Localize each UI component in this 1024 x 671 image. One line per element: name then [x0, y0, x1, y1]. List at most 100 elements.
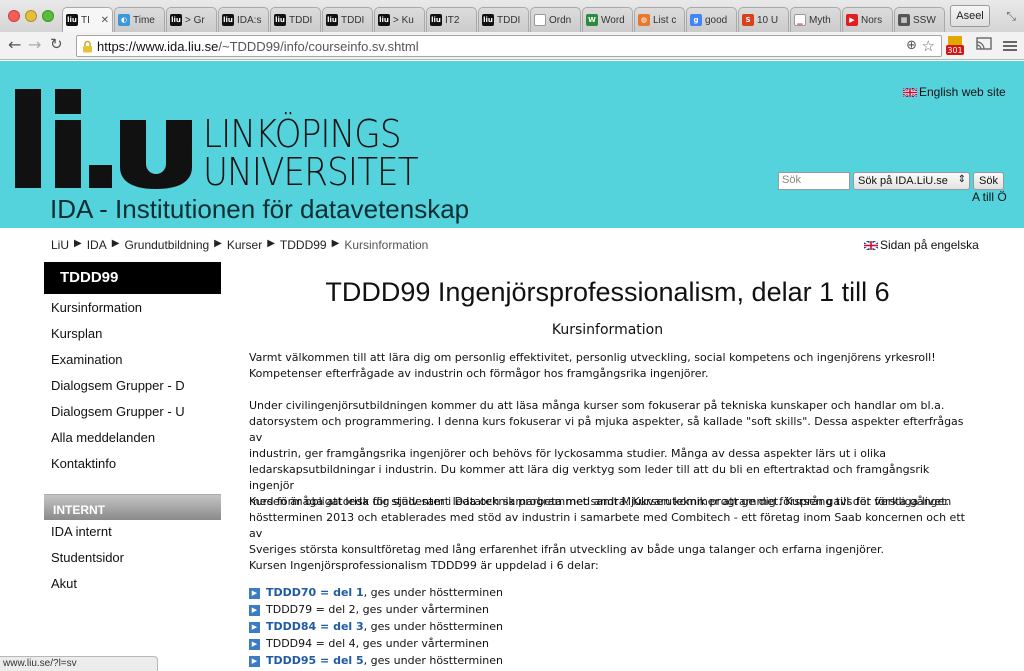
nav-item[interactable]: Kursinformation [51, 300, 142, 315]
department-title[interactable]: IDA - Institutionen för datavetenskap [50, 194, 469, 225]
tab-title: IDA:s [237, 14, 262, 26]
course-part-item: ▶ TDDD70 = del 1, ges under höstterminen [249, 586, 503, 600]
nav-item[interactable]: Dialogsem Grupper - D [51, 378, 185, 393]
liu-favicon-icon: liu [170, 14, 182, 26]
internal-nav-item[interactable]: Studentsidor [51, 550, 124, 565]
english-page-link[interactable]: Sidan på engelska [864, 238, 979, 252]
breadcrumb-arrow-icon: ▶ [74, 238, 82, 249]
site-search-input[interactable]: Sök [778, 172, 850, 190]
w-favicon-icon: W [586, 14, 598, 26]
bookmark-star-icon[interactable]: ☆ [922, 37, 935, 55]
course-part-link[interactable]: TDDD84 = del 3 [266, 620, 364, 634]
search-scope-select[interactable]: Sök på IDA.LiU.se ⇕ [853, 172, 970, 190]
browser-tab[interactable]: liu > Gr [166, 7, 217, 32]
browser-tab[interactable]: Ordn [530, 7, 581, 32]
browser-tab[interactable]: g good [686, 7, 737, 32]
search-scope-value: Sök på IDA.LiU.se [858, 175, 948, 187]
browser-tab[interactable]: liu TDDI [270, 7, 321, 32]
breadcrumb-item[interactable]: Kurser [227, 238, 262, 252]
menu-icon[interactable] [1003, 38, 1017, 52]
course-part-term: , ges under höstterminen [363, 654, 503, 667]
close-tab-icon[interactable]: ✕ [101, 15, 109, 26]
tab-title: Nors [861, 14, 883, 26]
breadcrumb-item[interactable]: IDA [87, 238, 107, 252]
zoom-window-button[interactable] [42, 10, 54, 22]
a-till-o-link[interactable]: A till Ö [972, 190, 1007, 204]
browser-tab[interactable]: liu IT2 [426, 7, 477, 32]
browser-tab[interactable]: ◐ Time [114, 7, 165, 32]
breadcrumb-arrow-icon: ▶ [214, 238, 222, 249]
liu-favicon-icon: liu [222, 14, 234, 26]
breadcrumb-item[interactable]: LiU [51, 238, 69, 252]
browser-tab[interactable]: liu TDDI [478, 7, 529, 32]
tab-title: Word [601, 14, 625, 26]
paragraph-line: Kursen är obligatorisk för studenter i D… [249, 495, 952, 508]
tab-title: > Ku [393, 14, 414, 26]
bullet-arrow-icon: ▶ [249, 621, 260, 633]
course-part-code: TDDD94 = del 4 [266, 637, 356, 650]
minimize-window-button[interactable] [25, 10, 37, 22]
course-part-code: TDDD79 = del 2 [266, 603, 356, 616]
course-part-item: ▶ TDDD84 = del 3, ges under höstterminen [249, 620, 503, 634]
close-window-button[interactable] [8, 10, 20, 22]
browser-tab[interactable]: ▦ SSW [894, 7, 945, 32]
paragraph-line: Kompetenser efterfrågade av industrin oc… [249, 367, 709, 380]
liu-favicon-icon: liu [430, 14, 442, 26]
course-part-link[interactable]: TDDD95 = del 5 [266, 654, 364, 668]
s-favicon-icon: S [742, 14, 754, 26]
browser-tab[interactable]: ▁ Myth [790, 7, 841, 32]
forward-icon[interactable]: → [28, 35, 41, 54]
paragraph-line: datorsystem och programmering. I denna k… [249, 415, 964, 444]
breadcrumb: LiU ▶ IDA ▶ Grundutbildning ▶ Kurser ▶ TDDD99 ▶ Ku… [51, 238, 428, 252]
extension-301-icon[interactable]: 301 [946, 36, 964, 56]
english-site-label: English web site [919, 85, 1006, 99]
address-bar[interactable]: https://www.ida.liu.se/~TDDD99/info/cour… [76, 35, 942, 57]
breadcrumb-item[interactable]: TDDD99 [280, 238, 327, 252]
tab-title: Ordn [549, 14, 572, 26]
nav-item[interactable]: Kontaktinfo [51, 456, 116, 471]
browser-tab[interactable]: W Word [582, 7, 633, 32]
liu-favicon-icon: liu [274, 14, 286, 26]
paragraph-line: Varmt välkommen till att lära dig om per… [249, 351, 936, 364]
tab-list: liu TI ✕ ◐ Time liu > Gr liu IDA:s liu TDDI liu TDDI… [62, 7, 946, 32]
fullscreen-icon[interactable]: ⤡ [1006, 9, 1016, 24]
course-part-item: ▶ TDDD94 = del 4, ges under vårterminen [249, 637, 489, 651]
user-profile-button[interactable]: Aseel [950, 5, 990, 27]
browser-toolbar: ← → ↻ https://www.ida.liu.se/~TDDD99/inf… [0, 32, 1024, 60]
reload-icon[interactable]: ↻ [50, 35, 63, 53]
browser-tab[interactable]: liu TI ✕ [62, 7, 113, 32]
search-button[interactable]: Sök [973, 172, 1004, 190]
nav-item[interactable]: Examination [51, 352, 123, 367]
internal-nav-item[interactable]: Akut [51, 576, 77, 591]
globe-favicon-icon: ◐ [118, 14, 130, 26]
nav-item[interactable]: Dialogsem Grupper - U [51, 404, 185, 419]
liu-favicon-icon: liu [378, 14, 390, 26]
content-paragraph: Kursen Ingenjörsprofessionalism TDDD99 ä… [249, 558, 974, 574]
back-icon[interactable]: ← [8, 35, 21, 54]
chart-favicon-icon: ▁ [794, 14, 806, 26]
liu-logo[interactable] [15, 89, 193, 189]
bullet-arrow-icon: ▶ [249, 655, 260, 667]
internal-nav-item[interactable]: IDA internt [51, 524, 112, 539]
english-site-link[interactable]: English web site [903, 85, 1006, 99]
tab-title: TDDI [497, 14, 521, 26]
course-part-item: ▶ TDDD95 = del 5, ges under höstterminen [249, 654, 503, 668]
browser-tab[interactable]: ▶ Nors [842, 7, 893, 32]
paragraph-line: ledarskapsutbildningar i industrin. Du k… [249, 463, 930, 492]
nav-internal-header: INTERNT [44, 494, 221, 520]
content-paragraph: Kursen är obligatorisk för studenter i D… [249, 494, 974, 558]
browser-tab[interactable]: liu > Ku [374, 7, 425, 32]
breadcrumb-item[interactable]: Grundutbildning [124, 238, 209, 252]
breadcrumb-arrow-icon: ▶ [331, 238, 340, 249]
zoom-icon[interactable]: ⊕ [906, 38, 917, 53]
nav-course-header[interactable]: TDDD99 [44, 262, 221, 294]
browser-tab[interactable]: ◍ List c [634, 7, 685, 32]
nav-item[interactable]: Alla meddelanden [51, 430, 155, 445]
bullet-arrow-icon: ▶ [249, 604, 260, 616]
browser-tab[interactable]: S 10 U [738, 7, 789, 32]
course-part-link[interactable]: TDDD70 = del 1 [266, 586, 364, 600]
cast-icon[interactable] [975, 36, 993, 52]
browser-tab[interactable]: liu IDA:s [218, 7, 269, 32]
nav-item[interactable]: Kursplan [51, 326, 102, 341]
browser-tab[interactable]: liu TDDI [322, 7, 373, 32]
